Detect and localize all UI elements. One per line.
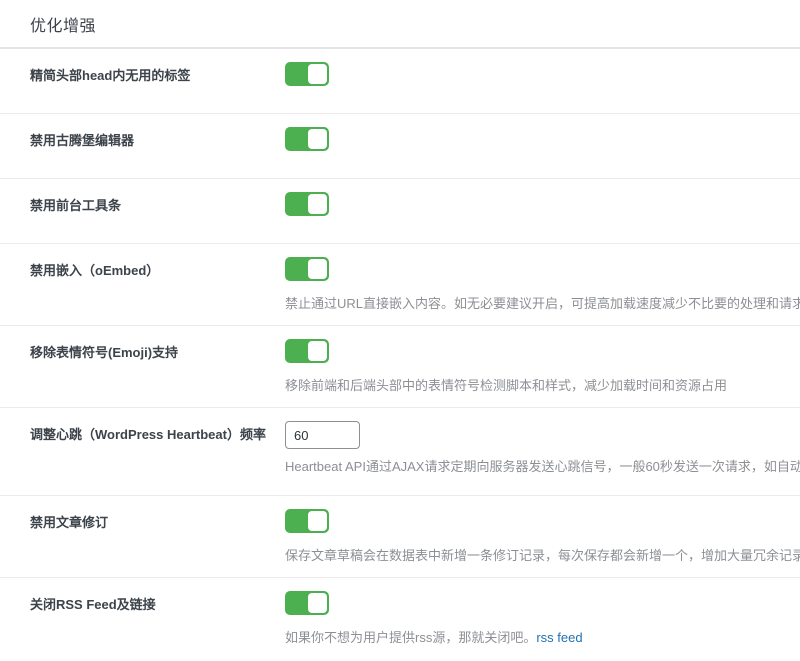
toggle-switch-on[interactable] xyxy=(285,127,329,151)
setting-control: 移除前端和后端头部中的表情符号检测脚本和样式，减少加载时间和资源占用 xyxy=(285,339,800,396)
optimization-settings-page: 优化增强 精简头部head内无用的标签 禁用古腾堡编辑器 禁用前台工具条 禁用嵌… xyxy=(0,0,800,661)
setting-control: 禁止通过URL直接嵌入内容。如无必要建议开启，可提高加载速度减少不比要的处理和请… xyxy=(285,257,800,314)
setting-description: 保存文章草稿会在数据表中新增一条修订记录，每次保存都会新增一个，增加大量冗余记录 xyxy=(285,546,800,566)
setting-control: 保存文章草稿会在数据表中新增一条修订记录，每次保存都会新增一个，增加大量冗余记录 xyxy=(285,509,800,566)
setting-row: 禁用文章修订 保存文章草稿会在数据表中新增一条修订记录，每次保存都会新增一个，增… xyxy=(0,496,800,578)
setting-description-text: Heartbeat API通过AJAX请求定期向服务器发送心跳信号，一般60秒发… xyxy=(285,459,800,474)
setting-control xyxy=(285,62,800,91)
toggle-knob xyxy=(308,511,327,531)
toggle-switch-on[interactable] xyxy=(285,62,329,86)
setting-description-text: 禁止通过URL直接嵌入内容。如无必要建议开启，可提高加载速度减少不比要的处理和请… xyxy=(285,296,800,311)
toggle-switch-on[interactable] xyxy=(285,509,329,533)
setting-row: 禁用嵌入（oEmbed） 禁止通过URL直接嵌入内容。如无必要建议开启，可提高加… xyxy=(0,244,800,326)
setting-label: 禁用文章修订 xyxy=(0,514,285,532)
setting-description: 禁止通过URL直接嵌入内容。如无必要建议开启，可提高加载速度减少不比要的处理和请… xyxy=(285,294,800,314)
setting-control xyxy=(285,192,800,221)
setting-row: 关闭RSS Feed及链接 如果你不想为用户提供rss源，那就关闭吧。rss f… xyxy=(0,578,800,661)
toggle-knob xyxy=(308,341,327,361)
setting-description: 如果你不想为用户提供rss源，那就关闭吧。rss feed xyxy=(285,628,800,648)
setting-label: 精简头部head内无用的标签 xyxy=(0,67,285,85)
setting-row: 精简头部head内无用的标签 xyxy=(0,49,800,114)
setting-description-text: 保存文章草稿会在数据表中新增一条修订记录，每次保存都会新增一个，增加大量冗余记录 xyxy=(285,548,800,563)
setting-row: 禁用前台工具条 xyxy=(0,179,800,244)
toggle-switch-on[interactable] xyxy=(285,339,329,363)
toggle-knob xyxy=(308,129,327,149)
setting-label: 禁用嵌入（oEmbed） xyxy=(0,262,285,280)
setting-row: 调整心跳（WordPress Heartbeat）频率 Heartbeat AP… xyxy=(0,408,800,496)
rss-feed-link[interactable]: rss feed xyxy=(536,630,582,645)
page-header: 优化增强 xyxy=(0,0,800,49)
setting-control: 如果你不想为用户提供rss源，那就关闭吧。rss feed xyxy=(285,591,800,648)
setting-label: 关闭RSS Feed及链接 xyxy=(0,596,285,614)
toggle-knob xyxy=(308,194,327,214)
setting-label: 禁用前台工具条 xyxy=(0,197,285,215)
setting-label: 禁用古腾堡编辑器 xyxy=(0,132,285,150)
setting-control xyxy=(285,127,800,156)
setting-description-text: 移除前端和后端头部中的表情符号检测脚本和样式，减少加载时间和资源占用 xyxy=(285,378,727,393)
toggle-switch-on[interactable] xyxy=(285,257,329,281)
heartbeat-frequency-input[interactable] xyxy=(285,421,360,449)
setting-row: 移除表情符号(Emoji)支持 移除前端和后端头部中的表情符号检测脚本和样式，减… xyxy=(0,326,800,408)
toggle-knob xyxy=(308,593,327,613)
setting-label: 调整心跳（WordPress Heartbeat）频率 xyxy=(0,426,285,444)
settings-table: 精简头部head内无用的标签 禁用古腾堡编辑器 禁用前台工具条 禁用嵌入（oEm… xyxy=(0,49,800,661)
setting-description: Heartbeat API通过AJAX请求定期向服务器发送心跳信号，一般60秒发… xyxy=(285,457,800,477)
toggle-switch-on[interactable] xyxy=(285,192,329,216)
setting-description-text: 如果你不想为用户提供rss源，那就关闭吧。 xyxy=(285,630,536,645)
page-title: 优化增强 xyxy=(30,12,96,36)
toggle-knob xyxy=(308,259,327,279)
setting-row: 禁用古腾堡编辑器 xyxy=(0,114,800,179)
toggle-switch-on[interactable] xyxy=(285,591,329,615)
setting-control: Heartbeat API通过AJAX请求定期向服务器发送心跳信号，一般60秒发… xyxy=(285,421,800,477)
setting-description: 移除前端和后端头部中的表情符号检测脚本和样式，减少加载时间和资源占用 xyxy=(285,376,800,396)
toggle-knob xyxy=(308,64,327,84)
setting-label: 移除表情符号(Emoji)支持 xyxy=(0,344,285,362)
